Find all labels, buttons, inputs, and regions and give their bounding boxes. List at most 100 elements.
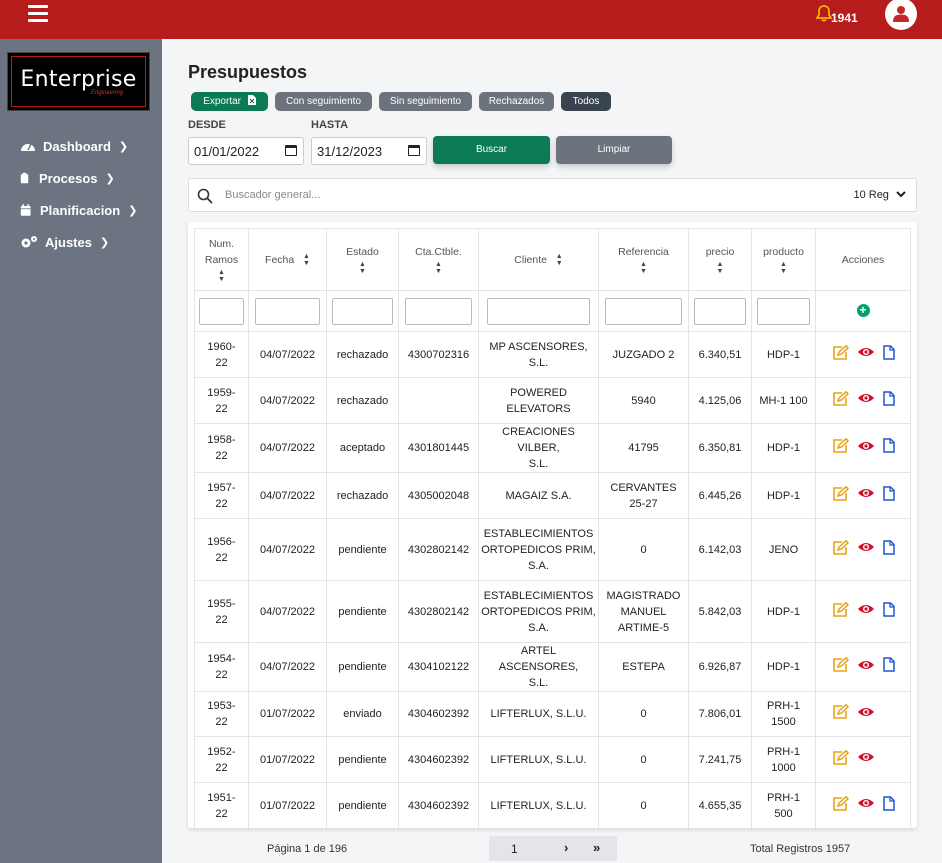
document-icon[interactable] [882, 795, 895, 816]
edit-icon[interactable] [832, 703, 849, 724]
sidebar: Enterprise Engineering Dashboard ❯ Proce… [0, 39, 162, 863]
table-row[interactable]: 1953- 22 01/07/2022 enviado 4304602392 LIFTER… [194, 691, 911, 737]
table-row[interactable]: 1951- 22 01/07/2022 pendiente 4304602392 LIFT… [194, 782, 911, 829]
calendar-picker-icon[interactable] [285, 145, 297, 156]
desde-date-input[interactable]: 01/01/2022 [188, 137, 304, 165]
filter-input-cliente[interactable] [486, 297, 591, 325]
document-icon[interactable] [882, 485, 895, 506]
add-plus-icon[interactable]: + [856, 304, 870, 317]
sort-icon[interactable]: ▲ ▼ [359, 261, 366, 275]
cell-estado: enviado [326, 691, 399, 737]
edit-icon[interactable] [832, 656, 849, 677]
col-header-num[interactable]: Num. Ramos ▲ ▼ [194, 228, 249, 291]
col-header-estado[interactable]: Estado ▲ ▼ [326, 228, 399, 291]
view-eye-icon[interactable] [857, 659, 875, 676]
filter-cell [478, 290, 599, 332]
sort-icon[interactable]: ▲ ▼ [640, 261, 647, 275]
document-icon[interactable] [882, 438, 895, 458]
table-row[interactable]: 1958- 22 04/07/2022 aceptado 4301801445 CREAC… [194, 423, 911, 473]
sort-icon[interactable]: ▲ ▼ [780, 261, 787, 275]
filter-input-fecha[interactable] [254, 297, 321, 325]
con-seguimiento-button[interactable]: Con seguimiento [275, 92, 372, 111]
filter-cell [194, 290, 249, 332]
view-eye-icon[interactable] [857, 346, 875, 363]
table-row[interactable]: 1959- 22 04/07/2022 rechazado POWERED ELEVATO… [194, 377, 911, 424]
edit-icon[interactable] [832, 795, 849, 816]
view-eye-icon[interactable] [857, 541, 875, 558]
calendar-picker-icon[interactable] [408, 145, 420, 156]
sort-icon[interactable]: ▲ ▼ [218, 269, 225, 283]
table-row[interactable]: 1954- 22 04/07/2022 pendiente 4304102122 ARTE… [194, 642, 911, 692]
col-header-precio[interactable]: precio ▲ ▼ [688, 228, 752, 291]
table-row[interactable]: 1952- 22 01/07/2022 pendiente 4304602392 LIFT… [194, 736, 911, 783]
sidebar-item-ajustes[interactable]: Ajustes ❯ [20, 232, 109, 252]
logo-subtitle: Engineering [90, 90, 123, 96]
next-page-icon[interactable]: › [564, 840, 568, 855]
col-header-referencia[interactable]: Referencia ▲ ▼ [598, 228, 689, 291]
edit-icon[interactable] [832, 437, 849, 458]
sort-icon[interactable]: ▲ ▼ [435, 261, 442, 275]
cell-acciones [815, 423, 911, 473]
sidebar-item-dashboard[interactable]: Dashboard ❯ [20, 136, 128, 156]
filter-input-num[interactable] [199, 297, 244, 325]
last-page-icon[interactable]: » [593, 840, 600, 855]
table-row[interactable]: 1957- 22 04/07/2022 rechazado 4305002048 MAGA… [194, 472, 911, 519]
document-icon[interactable] [882, 539, 895, 560]
filter-input-referencia[interactable] [605, 297, 682, 325]
hasta-date-input[interactable]: 31/12/2023 [311, 137, 427, 165]
export-button[interactable]: Exportar [191, 92, 268, 111]
sort-icon[interactable]: ▲ ▼ [556, 253, 563, 267]
view-eye-icon[interactable] [857, 603, 875, 620]
cell-text: 1959- [207, 386, 236, 399]
enterprise-logo[interactable]: Enterprise Engineering [7, 52, 150, 111]
view-eye-icon[interactable] [857, 392, 875, 409]
sidebar-item-planificacion[interactable]: Planificacion ❯ [20, 200, 137, 220]
filter-input-cta[interactable] [404, 297, 473, 325]
hamburger-menu-icon[interactable] [28, 5, 48, 23]
col-header-fecha[interactable]: Fecha ▲ ▼ [248, 228, 327, 291]
edit-icon[interactable] [832, 485, 849, 506]
sidebar-item-procesos[interactable]: Procesos ❯ [20, 168, 115, 188]
cell-producto: PRH-1 1500 [751, 691, 816, 737]
col-header-cta[interactable]: Cta.Ctble. ▲ ▼ [398, 228, 479, 291]
rechazados-button[interactable]: Rechazados [479, 92, 554, 111]
col-header-cliente[interactable]: Cliente ▲ ▼ [478, 228, 599, 291]
document-icon[interactable] [882, 390, 895, 411]
filter-input-estado[interactable] [332, 297, 393, 325]
filter-input-producto[interactable] [756, 297, 811, 325]
user-avatar-button[interactable] [885, 0, 917, 30]
edit-icon[interactable] [832, 539, 849, 560]
view-eye-icon[interactable] [857, 751, 875, 768]
edit-icon[interactable] [832, 390, 849, 411]
edit-icon[interactable] [832, 344, 849, 365]
table-row[interactable]: 1960- 22 04/07/2022 rechazado 4300702316 MP A… [194, 331, 911, 378]
document-icon[interactable] [882, 344, 895, 365]
table-row[interactable]: 1955- 22 04/07/2022 pendiente 4302802142 ESTA… [194, 580, 911, 643]
cell-estado: rechazado [326, 377, 399, 424]
edit-icon[interactable] [832, 749, 849, 770]
page-size-select[interactable]: 10 Reg [853, 189, 906, 201]
cell-precio: 5.842,03 [688, 580, 752, 643]
cell-text: POWERED [510, 386, 567, 399]
sort-icon[interactable]: ▲ ▼ [303, 253, 310, 267]
todos-button[interactable]: Todos [561, 92, 611, 111]
current-page[interactable]: 1 [511, 842, 518, 856]
limpiar-button[interactable]: Limpiar [556, 136, 672, 164]
notification-count[interactable]: 1941 [831, 11, 858, 25]
document-icon[interactable] [882, 657, 895, 677]
view-eye-icon[interactable] [857, 487, 875, 504]
view-eye-icon[interactable] [857, 706, 875, 723]
view-eye-icon[interactable] [857, 797, 875, 814]
sin-seguimiento-button[interactable]: Sin seguimiento [379, 92, 472, 111]
edit-icon[interactable] [832, 601, 849, 622]
cell-producto: PRH-1 1000 [751, 736, 816, 783]
search-input[interactable]: Buscador general... [225, 189, 320, 201]
view-eye-icon[interactable] [857, 440, 875, 457]
document-icon[interactable] [882, 601, 895, 622]
general-search-bar[interactable]: Buscador general... 10 Reg [188, 178, 917, 212]
filter-input-precio[interactable] [693, 297, 747, 325]
buscar-button[interactable]: Buscar [433, 136, 550, 164]
table-row[interactable]: 1956- 22 04/07/2022 pendiente 4302802142 ESTA… [194, 518, 911, 581]
sort-icon[interactable]: ▲ ▼ [717, 261, 724, 275]
col-header-producto[interactable]: producto ▲ ▼ [751, 228, 816, 291]
